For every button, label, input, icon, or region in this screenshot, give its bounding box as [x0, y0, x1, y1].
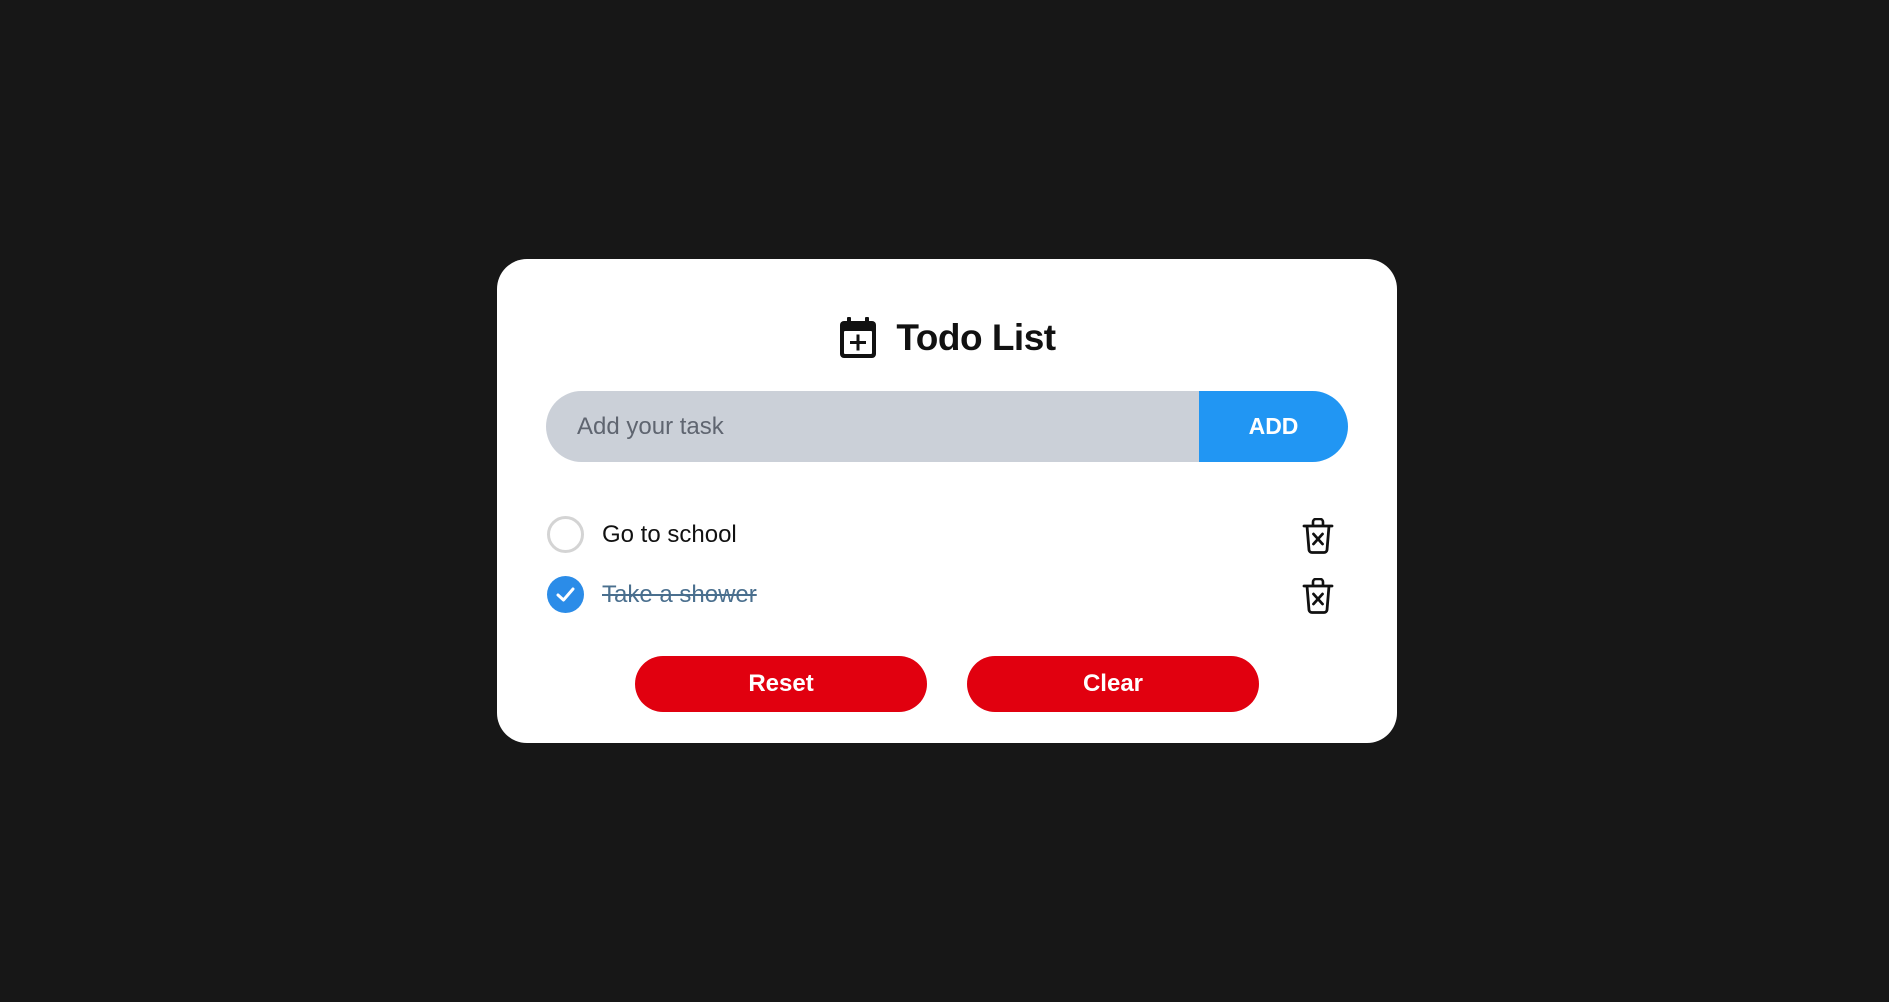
checkmark-icon	[556, 587, 575, 602]
page-title: Todo List	[896, 317, 1056, 358]
task-item: Go to school	[546, 505, 1348, 565]
task-item: Take a shower	[546, 565, 1348, 625]
action-buttons: Reset Clear	[497, 656, 1397, 712]
clear-button[interactable]: Clear	[967, 656, 1259, 712]
add-task-form: ADD	[546, 391, 1348, 462]
todo-card: Todo List ADD Go to school	[497, 259, 1397, 743]
trash-icon[interactable]	[1302, 518, 1334, 554]
calendar-plus-icon	[838, 316, 878, 360]
task-input[interactable]	[546, 391, 1199, 462]
task-checkbox-unchecked[interactable]	[547, 516, 584, 553]
task-checkbox-checked[interactable]	[547, 576, 584, 613]
todo-header: Todo List	[497, 303, 1397, 373]
trash-icon[interactable]	[1302, 578, 1334, 614]
task-list: Go to school Take a shower	[546, 505, 1348, 625]
task-text[interactable]: Take a shower	[602, 579, 757, 611]
reset-button[interactable]: Reset	[635, 656, 927, 712]
add-button[interactable]: ADD	[1199, 391, 1348, 462]
task-text[interactable]: Go to school	[602, 519, 737, 551]
